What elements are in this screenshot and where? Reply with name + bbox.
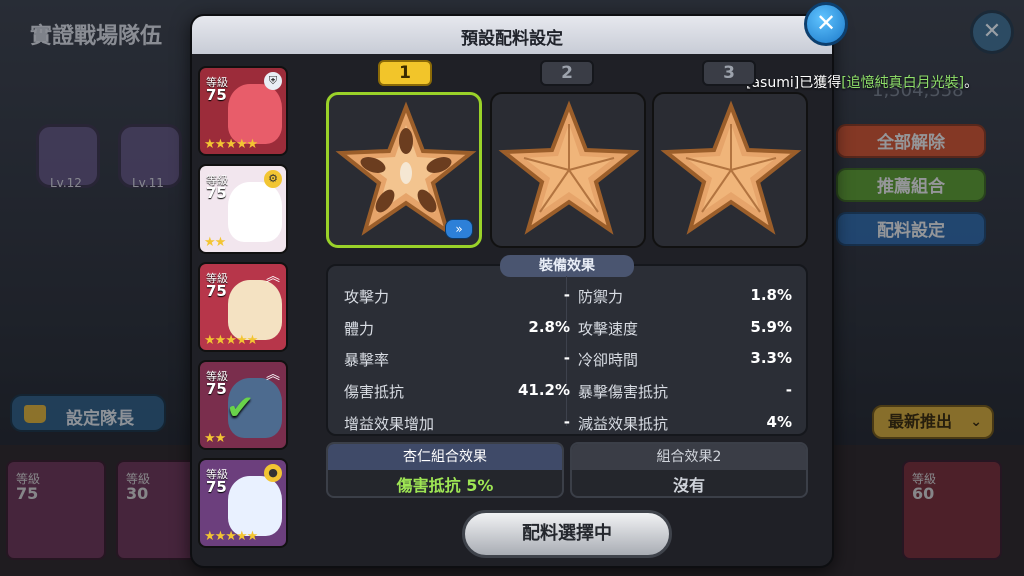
level-value: 75: [206, 184, 227, 202]
stat-value: -: [563, 286, 570, 304]
stat-value: 1.8%: [750, 286, 792, 304]
checkmark-icon: ✔: [226, 388, 255, 428]
stat-value: 2.8%: [528, 318, 570, 336]
stat-name: 冷卻時間: [578, 351, 639, 369]
combo-effect-1-title: 杏仁組合效果: [328, 444, 562, 470]
equipment-effects-title: 裝備效果: [500, 255, 634, 277]
cookie-portrait: [228, 476, 282, 536]
combo-effect-2-value: 沒有: [672, 476, 705, 495]
topping-slot-2[interactable]: [490, 92, 646, 248]
stat-name: 體力: [344, 320, 375, 338]
stat-row: 攻擊速度 5.9%: [578, 314, 792, 340]
stat-name: 增益效果增加: [344, 415, 435, 433]
cookie-card[interactable]: 等級 75 ⛨ ★★★★★: [198, 66, 288, 156]
tab-slot-2[interactable]: 2: [540, 60, 594, 86]
bread-icon: ●: [264, 464, 282, 482]
topping-star-empty-icon: [660, 100, 802, 235]
combo-effect-1-value: 傷害抵抗 5%: [396, 476, 494, 495]
cookie-card[interactable]: 等級 75 ︽ ★★★★★: [198, 262, 288, 352]
stat-name: 暴擊傷害抵抗: [578, 383, 669, 401]
star-rating: ★★: [204, 431, 226, 446]
star-rating: ★★★★★: [204, 529, 258, 544]
topping-select-button[interactable]: 配料選擇中: [462, 510, 672, 558]
stat-value: 5.9%: [750, 318, 792, 336]
star-rating: ★★★★★: [204, 137, 258, 152]
notification-item: [追憶純真白月光裝]: [841, 75, 965, 91]
modal-header: 預設配料設定: [192, 16, 832, 54]
stat-value: -: [563, 349, 570, 367]
stat-row: 減益效果抵抗 4%: [578, 409, 792, 435]
cookie-card[interactable]: 等級 75 ● ★★★★★: [198, 458, 288, 548]
stat-row: 暴擊傷害抵抗 -: [578, 377, 792, 403]
topping-slot-1[interactable]: »: [326, 92, 482, 248]
stat-name: 攻擊速度: [578, 320, 639, 338]
stat-row: 體力 2.8%: [344, 314, 570, 340]
stat-row: 冷卻時間 3.3%: [578, 345, 792, 371]
level-value: 75: [206, 86, 227, 104]
cookie-card[interactable]: 等級 75 ︽ ✔ ★★: [198, 360, 288, 450]
stat-value: 4%: [766, 413, 792, 431]
stat-value: -: [563, 413, 570, 431]
stat-value: 3.3%: [750, 349, 792, 367]
tab-slot-3[interactable]: 3: [702, 60, 756, 86]
topping-slot-3[interactable]: [652, 92, 808, 248]
stat-name: 減益效果抵抗: [578, 415, 669, 433]
stat-row: 暴擊率 -: [344, 345, 570, 371]
topping-star-empty-icon: [498, 100, 640, 235]
stat-row: 防禦力 1.8%: [578, 282, 792, 308]
double-chevron-right-icon[interactable]: »: [445, 219, 473, 239]
level-value: 75: [206, 282, 227, 300]
stat-value: 41.2%: [517, 381, 570, 399]
cookie-card[interactable]: 等級 75 ⚙ ★★: [198, 164, 288, 254]
combo-effect-2: 組合效果2 沒有: [570, 442, 808, 498]
tab-slot-1[interactable]: 1: [378, 60, 432, 86]
rank-up-icon: ︽: [266, 367, 280, 383]
acquisition-notification: [asumi]已獲得[追憶純真白月光裝]。: [746, 72, 978, 92]
rank-up-icon: ︽: [266, 269, 280, 285]
notification-suffix: 。: [964, 75, 979, 91]
stat-name: 攻擊力: [344, 288, 390, 306]
stat-value: -: [785, 381, 792, 399]
stat-row: 增益效果增加 -: [344, 409, 570, 435]
level-value: 75: [206, 380, 227, 398]
cookie-list: 等級 75 ⛨ ★★★★★ 等級 75 ⚙ ★★ 等級 75 ︽ ★★★★★ 等…: [196, 62, 292, 558]
gear-icon: ⚙: [264, 170, 282, 188]
level-value: 75: [206, 478, 227, 496]
cookie-portrait: [228, 182, 282, 242]
combo-effect-2-title: 組合效果2: [572, 444, 806, 470]
shield-icon: ⛨: [264, 72, 282, 90]
cookie-portrait: [228, 280, 282, 340]
stat-name: 暴擊率: [344, 351, 390, 369]
stat-row: 傷害抵抗 41.2%: [344, 377, 570, 403]
stat-name: 防禦力: [578, 288, 624, 306]
combo-effect-1: 杏仁組合效果 傷害抵抗 5%: [326, 442, 564, 498]
stat-row: 攻擊力 -: [344, 282, 570, 308]
star-rating: ★★: [204, 235, 226, 250]
notification-prefix: [asumi]已獲得: [746, 75, 842, 91]
cookie-portrait: [228, 84, 282, 144]
stat-name: 傷害抵抗: [344, 383, 405, 401]
star-rating: ★★★★★: [204, 333, 258, 348]
close-icon[interactable]: ✕: [804, 2, 848, 46]
modal-title: 預設配料設定: [461, 29, 563, 49]
